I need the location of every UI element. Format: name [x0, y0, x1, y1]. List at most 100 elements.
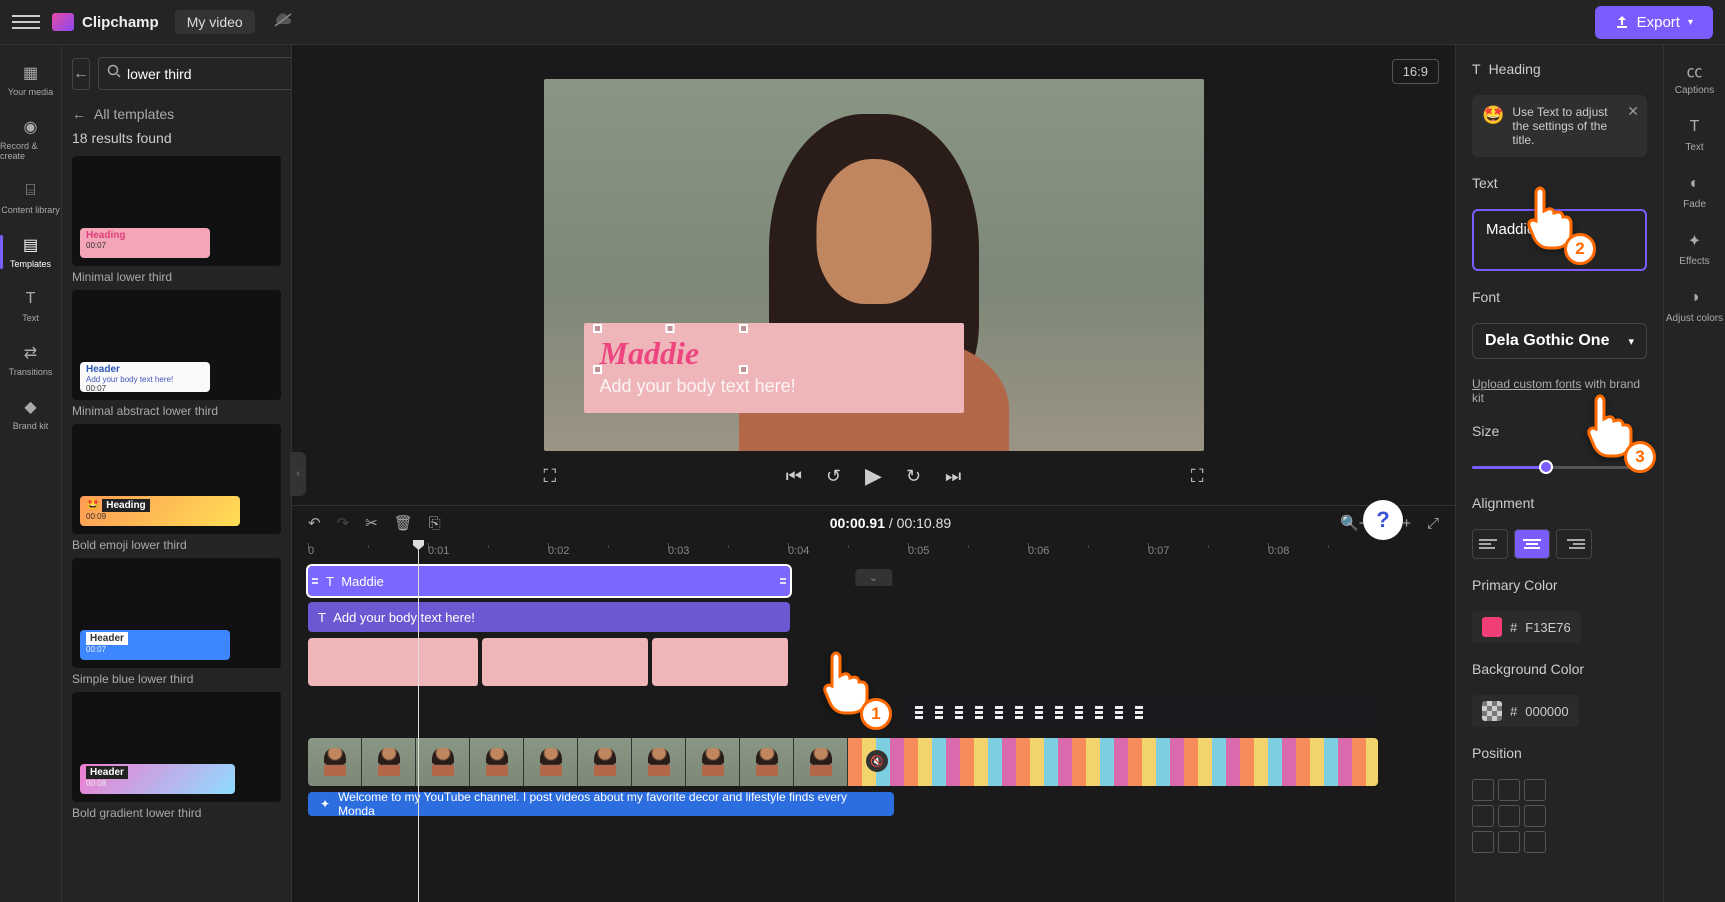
timeline-timecode: 00:00.91 / 00:10.89 [830, 515, 951, 531]
text-icon: T [1684, 116, 1706, 138]
clip-resize-left[interactable] [312, 570, 318, 592]
effects-icon: ✦ [1683, 230, 1705, 252]
crop-icon[interactable]: ⛶ [544, 466, 557, 487]
adjust-icon: ◑ [1684, 287, 1706, 309]
rail-transitions[interactable]: ⇄Transitions [0, 333, 61, 387]
transparent-swatch [1482, 701, 1502, 721]
timeline[interactable]: 00:010:020:030:040:050:060:070:08 T Madd… [292, 540, 1455, 902]
shape-track[interactable] [308, 638, 790, 686]
color-swatch [1482, 617, 1502, 637]
pos-bc[interactable] [1498, 831, 1520, 853]
library-icon: ⌸ [21, 181, 41, 201]
fullscreen-icon[interactable]: ⛶ [1191, 466, 1204, 487]
split-icon[interactable]: ⎘ [429, 515, 441, 532]
rail-text-props[interactable]: TText [1684, 116, 1706, 153]
align-center[interactable] [1514, 529, 1550, 559]
sparkle-icon: ✦ [320, 797, 330, 811]
skip-start-icon[interactable]: ⏮ [786, 466, 802, 487]
left-nav-rail: ▦Your media ◉Record & create ⌸Content li… [0, 45, 62, 902]
player-controls: ⛶ ⏮ ↺ ▶ ↻ ⏭ ⛶ [544, 451, 1204, 505]
breadcrumb-all-templates[interactable]: ← All templates [62, 102, 291, 130]
primary-color-label: Primary Color [1472, 577, 1647, 593]
upload-icon [1615, 15, 1629, 29]
pos-tr[interactable] [1524, 779, 1546, 801]
text-track-body[interactable]: T Add your body text here! [308, 602, 790, 632]
pos-ml[interactable] [1472, 805, 1494, 827]
skip-end-icon[interactable]: ⏭ [945, 466, 961, 487]
pos-br[interactable] [1524, 831, 1546, 853]
pos-tc[interactable] [1498, 779, 1520, 801]
primary-color-picker[interactable]: #F13E76 [1472, 611, 1581, 643]
rail-text[interactable]: TText [0, 279, 61, 333]
export-button[interactable]: Export ▾ [1595, 6, 1713, 39]
chevron-down-icon: ▾ [1688, 17, 1693, 28]
play-icon[interactable]: ▶ [865, 463, 882, 489]
menu-hamburger[interactable] [12, 8, 40, 36]
media-icon: ▦ [21, 63, 41, 83]
rail-templates[interactable]: ▤Templates [0, 225, 61, 279]
rail-content[interactable]: ⌸Content library [0, 171, 61, 225]
brand-icon: ◆ [21, 397, 41, 417]
emoji-icon: 🤩 [1482, 105, 1504, 147]
slider-thumb[interactable] [1539, 460, 1553, 474]
pos-mr[interactable] [1524, 805, 1546, 827]
rail-captions[interactable]: ㏄Captions [1675, 59, 1714, 96]
font-select[interactable]: Dela Gothic One ▾ [1472, 323, 1647, 359]
search-icon [107, 64, 121, 83]
template-card[interactable]: Heading00:07 Minimal lower third [72, 156, 281, 284]
template-card[interactable]: Header00:07 Simple blue lower third [72, 558, 281, 686]
bg-color-picker[interactable]: #000000 [1472, 695, 1579, 727]
text-input[interactable]: Maddie [1472, 209, 1647, 271]
redo-icon[interactable]: ↷ [337, 514, 350, 532]
video-track[interactable]: 🔇 [308, 738, 1378, 786]
position-grid[interactable] [1472, 779, 1647, 853]
chevron-down-icon: ▾ [1628, 335, 1634, 348]
delete-icon[interactable]: 🗑 [394, 514, 413, 532]
project-title[interactable]: My video [175, 10, 255, 34]
position-label: Position [1472, 745, 1647, 761]
text-track-maddie[interactable]: T Maddie [308, 566, 790, 596]
pos-bl[interactable] [1472, 831, 1494, 853]
rail-your-media[interactable]: ▦Your media [0, 53, 61, 107]
audio-track[interactable] [903, 692, 1378, 732]
search-input[interactable] [127, 66, 292, 82]
playhead[interactable] [418, 540, 419, 902]
align-right[interactable] [1556, 529, 1592, 559]
template-card[interactable]: HeaderAdd your body text here!00:07 Mini… [72, 290, 281, 418]
undo-icon[interactable]: ↶ [308, 514, 321, 532]
app-logo[interactable]: Clipchamp [52, 13, 159, 31]
clipchamp-icon [52, 13, 74, 31]
aspect-ratio[interactable]: 16:9 [1392, 59, 1439, 84]
rail-effects[interactable]: ✦Effects [1679, 230, 1709, 267]
pos-mc[interactable] [1498, 805, 1520, 827]
close-icon[interactable]: ✕ [1627, 103, 1639, 120]
clip-resize-right[interactable] [780, 570, 786, 592]
rewind-icon[interactable]: ↺ [826, 466, 841, 487]
panel-heading: T Heading [1472, 61, 1647, 77]
rail-adjust[interactable]: ◑Adjust colors [1666, 287, 1723, 324]
upload-fonts-link[interactable]: Upload custom fonts with brand kit [1472, 377, 1647, 405]
mute-icon[interactable]: 🔇 [866, 750, 888, 772]
back-button[interactable]: ← [72, 58, 90, 90]
text-label: Text [1472, 175, 1647, 191]
zoom-fit-icon[interactable]: ⤢ [1427, 515, 1439, 532]
caption-track[interactable]: ✦ Welcome to my YouTube channel. I post … [308, 792, 894, 816]
rail-brand[interactable]: ◆Brand kit [0, 387, 61, 441]
timeline-ruler[interactable]: 00:010:020:030:040:050:060:070:08 [308, 540, 1455, 562]
sync-status-icon [273, 12, 293, 33]
search-box[interactable] [98, 57, 292, 90]
cut-icon[interactable]: ✂ [365, 514, 378, 532]
help-button[interactable]: ? [1363, 500, 1403, 540]
forward-icon[interactable]: ↻ [906, 466, 921, 487]
preview-canvas[interactable]: Maddie Add your body text here! [544, 79, 1204, 451]
selection-handles[interactable] [598, 329, 743, 369]
rail-fade[interactable]: ◐Fade [1683, 173, 1706, 210]
text-icon: T [1472, 61, 1481, 77]
align-left[interactable] [1472, 529, 1508, 559]
size-slider[interactable] [1472, 457, 1647, 477]
template-card[interactable]: Header00:08 Bold gradient lower third [72, 692, 281, 820]
rail-record[interactable]: ◉Record & create [0, 107, 61, 171]
template-card[interactable]: 🤩 Heading00:09 Bold emoji lower third [72, 424, 281, 552]
collapse-sidebar-toggle[interactable]: ‹ [290, 452, 306, 496]
pos-tl[interactable] [1472, 779, 1494, 801]
